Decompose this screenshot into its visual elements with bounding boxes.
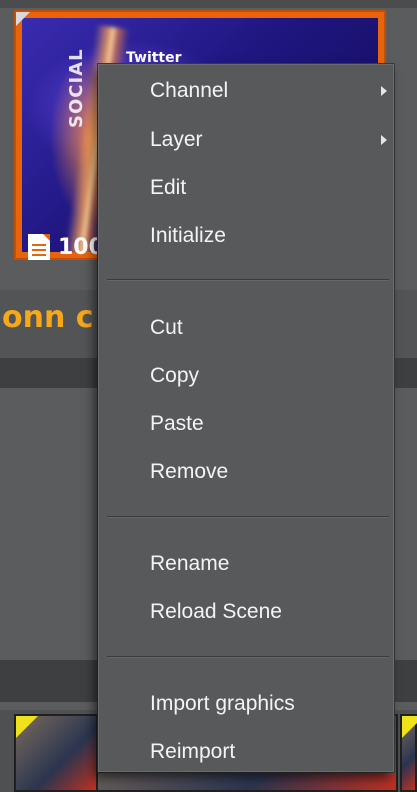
menu-item-label: Reload Scene — [150, 600, 282, 623]
menu-item-label: Paste — [150, 412, 204, 435]
menu-separator — [107, 656, 389, 657]
menu-item-label: Rename — [150, 552, 230, 575]
app-stage: SOCIAL Twitter 100 onn c Channel Layer E… — [0, 0, 417, 792]
menu-item-rename[interactable]: Rename — [99, 542, 393, 586]
menu-separator — [107, 279, 389, 280]
menu-item-cut[interactable]: Cut — [99, 306, 393, 350]
menu-item-remove[interactable]: Remove — [99, 450, 393, 494]
scene-title: onn c — [2, 300, 94, 335]
top-gutter — [0, 0, 417, 8]
menu-item-label: Channel — [150, 79, 229, 102]
menu-item-channel[interactable]: Channel — [99, 69, 393, 113]
thumbnail-footer: 100 — [28, 234, 104, 260]
menu-item-edit[interactable]: Edit — [99, 166, 393, 210]
menu-item-label: Copy — [150, 364, 200, 387]
submenu-arrow-icon — [381, 135, 387, 145]
thumbnail-social-text: SOCIAL — [66, 48, 87, 128]
menu-item-label: Layer — [150, 128, 203, 151]
menu-item-label: Edit — [150, 176, 187, 199]
menu-item-import-graphics[interactable]: Import graphics — [99, 682, 393, 726]
bottom-thumbnail-right[interactable] — [400, 714, 417, 792]
menu-item-reimport[interactable]: Reimport — [99, 730, 393, 774]
menu-separator — [107, 516, 389, 517]
bottom-thumbnail-left[interactable] — [14, 714, 98, 792]
context-menu: Channel Layer Edit Initialize Cut Copy P… — [98, 64, 394, 772]
document-icon — [28, 234, 50, 260]
thumbnail-corner-marker — [16, 12, 30, 26]
menu-item-initialize[interactable]: Initialize — [99, 214, 393, 258]
menu-item-label: Reimport — [150, 740, 236, 763]
menu-item-layer[interactable]: Layer — [99, 118, 393, 162]
yellow-corner-marker — [16, 716, 38, 738]
menu-item-label: Cut — [150, 316, 183, 339]
menu-item-copy[interactable]: Copy — [99, 354, 393, 398]
menu-item-label: Import graphics — [150, 692, 295, 715]
menu-item-label: Remove — [150, 460, 229, 483]
yellow-corner-marker-right — [402, 716, 417, 738]
menu-item-reload-scene[interactable]: Reload Scene — [99, 590, 393, 634]
submenu-arrow-icon — [381, 86, 387, 96]
menu-item-label: Initialize — [150, 224, 226, 247]
menu-item-paste[interactable]: Paste — [99, 402, 393, 446]
